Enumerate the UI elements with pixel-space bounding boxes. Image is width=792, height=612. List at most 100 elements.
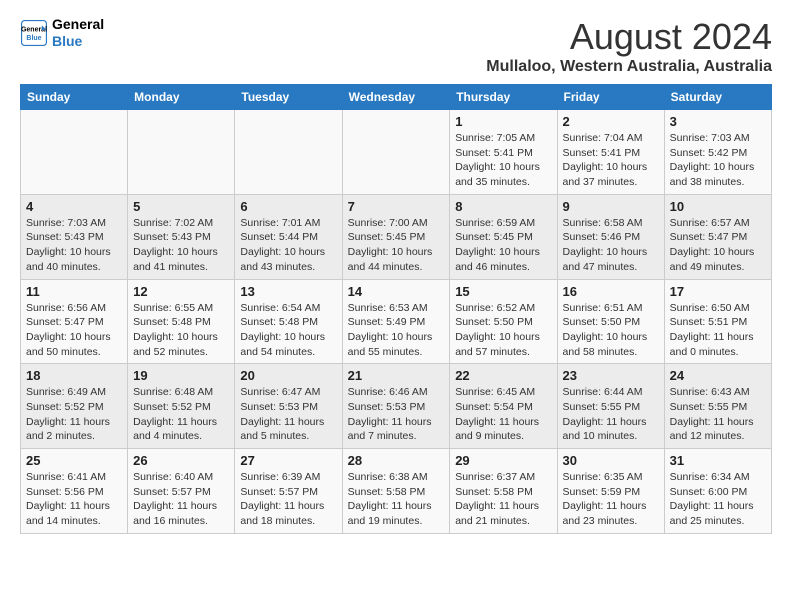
day-number: 11 <box>26 284 122 299</box>
day-info: Sunrise: 6:56 AM Sunset: 5:47 PM Dayligh… <box>26 301 122 360</box>
calendar-cell: 20 Sunrise: 6:47 AM Sunset: 5:53 PM Dayli… <box>235 364 342 449</box>
header-day-wednesday: Wednesday <box>342 85 450 110</box>
calendar-cell: 28Sunrise: 6:38 AM Sunset: 5:58 PM Dayli… <box>342 449 450 534</box>
day-number: 27 <box>240 453 336 468</box>
day-info: Sunrise: 6:53 AM Sunset: 5:49 PM Dayligh… <box>348 301 445 360</box>
calendar-cell: 23 Sunrise: 6:44 AM Sunset: 5:55 PM Dayli… <box>557 364 664 449</box>
header-day-saturday: Saturday <box>664 85 771 110</box>
day-info: Sunrise: 6:50 AM Sunset: 5:51 PM Dayligh… <box>670 301 766 360</box>
day-number: 22 <box>455 368 551 383</box>
calendar-cell: 6Sunrise: 7:01 AM Sunset: 5:44 PM Daylig… <box>235 194 342 279</box>
day-number: 3 <box>670 114 766 129</box>
calendar-cell: 30 Sunrise: 6:35 AM Sunset: 5:59 PM Dayli… <box>557 449 664 534</box>
calendar-header: SundayMondayTuesdayWednesdayThursdayFrid… <box>21 85 772 110</box>
calendar-cell: 7 Sunrise: 7:00 AM Sunset: 5:45 PM Daylig… <box>342 194 450 279</box>
day-number: 5 <box>133 199 229 214</box>
day-info: Sunrise: 7:00 AM Sunset: 5:45 PM Dayligh… <box>348 216 445 275</box>
day-number: 24 <box>670 368 766 383</box>
calendar-cell: 24Sunrise: 6:43 AM Sunset: 5:55 PM Dayli… <box>664 364 771 449</box>
day-info: Sunrise: 7:02 AM Sunset: 5:43 PM Dayligh… <box>133 216 229 275</box>
day-number: 26 <box>133 453 229 468</box>
day-info: Sunrise: 6:37 AM Sunset: 5:58 PM Dayligh… <box>455 470 551 529</box>
day-number: 1 <box>455 114 551 129</box>
calendar-cell: 31Sunrise: 6:34 AM Sunset: 6:00 PM Dayli… <box>664 449 771 534</box>
calendar-cell: 17Sunrise: 6:50 AM Sunset: 5:51 PM Dayli… <box>664 279 771 364</box>
logo-line1: General <box>52 16 104 33</box>
day-number: 21 <box>348 368 445 383</box>
day-info: Sunrise: 6:58 AM Sunset: 5:46 PM Dayligh… <box>563 216 659 275</box>
calendar-cell <box>128 110 235 195</box>
calendar-cell: 3Sunrise: 7:03 AM Sunset: 5:42 PM Daylig… <box>664 110 771 195</box>
day-info: Sunrise: 6:44 AM Sunset: 5:55 PM Dayligh… <box>563 385 659 444</box>
calendar-cell <box>21 110 128 195</box>
calendar-cell: 29 Sunrise: 6:37 AM Sunset: 5:58 PM Dayli… <box>450 449 557 534</box>
day-info: Sunrise: 6:39 AM Sunset: 5:57 PM Dayligh… <box>240 470 336 529</box>
header-day-thursday: Thursday <box>450 85 557 110</box>
calendar-cell: 16Sunrise: 6:51 AM Sunset: 5:50 PM Dayli… <box>557 279 664 364</box>
day-number: 12 <box>133 284 229 299</box>
week-row-2: 4Sunrise: 7:03 AM Sunset: 5:43 PM Daylig… <box>21 194 772 279</box>
calendar-title: August 2024 <box>486 16 772 58</box>
day-number: 10 <box>670 199 766 214</box>
calendar-cell: 12 Sunrise: 6:55 AM Sunset: 5:48 PM Dayli… <box>128 279 235 364</box>
day-number: 7 <box>348 199 445 214</box>
calendar-cell: 21Sunrise: 6:46 AM Sunset: 5:53 PM Dayli… <box>342 364 450 449</box>
day-number: 31 <box>670 453 766 468</box>
day-info: Sunrise: 6:51 AM Sunset: 5:50 PM Dayligh… <box>563 301 659 360</box>
title-block: August 2024 Mullaloo, Western Australia,… <box>486 16 772 76</box>
day-info: Sunrise: 6:47 AM Sunset: 5:53 PM Dayligh… <box>240 385 336 444</box>
logo-line2: Blue <box>52 33 104 50</box>
svg-text:Blue: Blue <box>26 35 41 42</box>
calendar-cell: 19 Sunrise: 6:48 AM Sunset: 5:52 PM Dayli… <box>128 364 235 449</box>
day-number: 29 <box>455 453 551 468</box>
day-number: 9 <box>563 199 659 214</box>
day-number: 23 <box>563 368 659 383</box>
day-info: Sunrise: 6:40 AM Sunset: 5:57 PM Dayligh… <box>133 470 229 529</box>
day-info: Sunrise: 6:57 AM Sunset: 5:47 PM Dayligh… <box>670 216 766 275</box>
page-header: General Blue General Blue August 2024 Mu… <box>20 16 772 76</box>
day-number: 13 <box>240 284 336 299</box>
calendar-subtitle: Mullaloo, Western Australia, Australia <box>486 58 772 76</box>
calendar-cell: 27 Sunrise: 6:39 AM Sunset: 5:57 PM Dayli… <box>235 449 342 534</box>
calendar-cell: 10 Sunrise: 6:57 AM Sunset: 5:47 PM Dayli… <box>664 194 771 279</box>
calendar-body: 1Sunrise: 7:05 AM Sunset: 5:41 PM Daylig… <box>21 110 772 534</box>
header-row: SundayMondayTuesdayWednesdayThursdayFrid… <box>21 85 772 110</box>
day-info: Sunrise: 6:48 AM Sunset: 5:52 PM Dayligh… <box>133 385 229 444</box>
day-info: Sunrise: 6:54 AM Sunset: 5:48 PM Dayligh… <box>240 301 336 360</box>
day-info: Sunrise: 7:01 AM Sunset: 5:44 PM Dayligh… <box>240 216 336 275</box>
day-info: Sunrise: 6:49 AM Sunset: 5:52 PM Dayligh… <box>26 385 122 444</box>
header-day-friday: Friday <box>557 85 664 110</box>
day-number: 19 <box>133 368 229 383</box>
day-number: 25 <box>26 453 122 468</box>
calendar-cell: 4Sunrise: 7:03 AM Sunset: 5:43 PM Daylig… <box>21 194 128 279</box>
calendar-cell: 5 Sunrise: 7:02 AM Sunset: 5:43 PM Daylig… <box>128 194 235 279</box>
day-number: 15 <box>455 284 551 299</box>
day-info: Sunrise: 6:55 AM Sunset: 5:48 PM Dayligh… <box>133 301 229 360</box>
header-day-tuesday: Tuesday <box>235 85 342 110</box>
day-info: Sunrise: 6:59 AM Sunset: 5:45 PM Dayligh… <box>455 216 551 275</box>
calendar-table: SundayMondayTuesdayWednesdayThursdayFrid… <box>20 84 772 534</box>
calendar-cell <box>342 110 450 195</box>
day-info: Sunrise: 6:41 AM Sunset: 5:56 PM Dayligh… <box>26 470 122 529</box>
week-row-4: 18Sunrise: 6:49 AM Sunset: 5:52 PM Dayli… <box>21 364 772 449</box>
day-info: Sunrise: 7:04 AM Sunset: 5:41 PM Dayligh… <box>563 131 659 190</box>
calendar-cell: 9 Sunrise: 6:58 AM Sunset: 5:46 PM Daylig… <box>557 194 664 279</box>
calendar-cell: 26 Sunrise: 6:40 AM Sunset: 5:57 PM Dayli… <box>128 449 235 534</box>
day-info: Sunrise: 6:35 AM Sunset: 5:59 PM Dayligh… <box>563 470 659 529</box>
day-info: Sunrise: 6:52 AM Sunset: 5:50 PM Dayligh… <box>455 301 551 360</box>
calendar-cell: 14Sunrise: 6:53 AM Sunset: 5:49 PM Dayli… <box>342 279 450 364</box>
week-row-1: 1Sunrise: 7:05 AM Sunset: 5:41 PM Daylig… <box>21 110 772 195</box>
week-row-3: 11 Sunrise: 6:56 AM Sunset: 5:47 PM Dayli… <box>21 279 772 364</box>
day-number: 8 <box>455 199 551 214</box>
week-row-5: 25 Sunrise: 6:41 AM Sunset: 5:56 PM Dayli… <box>21 449 772 534</box>
logo: General Blue General Blue <box>20 16 104 50</box>
calendar-cell: 1Sunrise: 7:05 AM Sunset: 5:41 PM Daylig… <box>450 110 557 195</box>
logo-icon: General Blue <box>20 19 48 47</box>
calendar-cell: 11 Sunrise: 6:56 AM Sunset: 5:47 PM Dayli… <box>21 279 128 364</box>
calendar-cell: 25 Sunrise: 6:41 AM Sunset: 5:56 PM Dayli… <box>21 449 128 534</box>
calendar-cell: 8 Sunrise: 6:59 AM Sunset: 5:45 PM Daylig… <box>450 194 557 279</box>
day-number: 2 <box>563 114 659 129</box>
day-number: 30 <box>563 453 659 468</box>
calendar-cell: 13 Sunrise: 6:54 AM Sunset: 5:48 PM Dayli… <box>235 279 342 364</box>
day-number: 20 <box>240 368 336 383</box>
